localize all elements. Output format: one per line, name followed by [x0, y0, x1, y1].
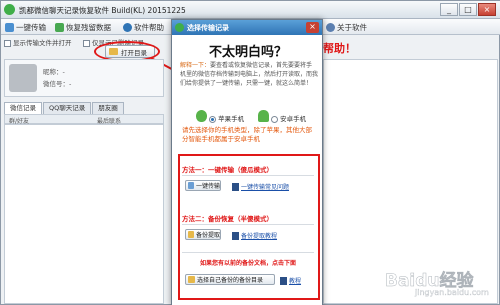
one-key-faq-link[interactable]: 一键传输常见问题 — [232, 182, 289, 191]
backup-tutorial-label: 备份提取教程 — [241, 233, 278, 240]
show-data-file-checkbox[interactable] — [4, 39, 11, 47]
method-two-title: 方法二：备份恢复（半傻模式） — [182, 215, 273, 223]
phone-option-android[interactable]: 安卓手机 — [271, 113, 306, 123]
show-closed-checkbox[interactable] — [83, 39, 90, 47]
help-hint-text: 帮助！ — [323, 42, 356, 55]
toolbar-transfer-label: 一键传输 — [16, 23, 46, 32]
minimize-button[interactable]: _ — [440, 3, 458, 16]
watermark-url: jingyan.baidu.com — [415, 288, 489, 297]
toolbar-help[interactable]: 软件帮助 — [123, 22, 164, 33]
toolbar-restore-label: 恢复残留数据 — [66, 23, 111, 32]
nickname-label: 昵称：- — [43, 68, 65, 76]
android-radio[interactable] — [271, 115, 278, 123]
one-key-faq-label: 一键传输常见问题 — [241, 184, 290, 191]
dialog-explanation: 解释一下：要查看或恢复微信记录，首先要要将手机里的微信存档传输到电脑上，然后打开… — [180, 61, 318, 88]
folder-icon — [188, 276, 195, 283]
backup-extract-label: 备份提取 — [195, 232, 220, 239]
tutorial-label: 教程 — [289, 278, 302, 285]
tab-moments[interactable]: 朋友圈 — [92, 102, 124, 114]
option-show-data-file[interactable]: 显示传输文件并打开 — [4, 37, 72, 47]
tab-qq-records[interactable]: QQ聊天记录 — [43, 102, 92, 114]
apple-label: 苹果手机 — [218, 115, 245, 123]
tutorial-link[interactable]: 教程 — [280, 276, 301, 285]
app-logo-icon — [4, 4, 15, 15]
apple-radio[interactable] — [209, 115, 216, 123]
avatar — [9, 64, 37, 92]
document-icon — [280, 276, 287, 285]
dialog-close-button[interactable]: × — [306, 22, 319, 33]
backup-tutorial-link[interactable]: 备份提取教程 — [232, 231, 277, 240]
maximize-button[interactable]: □ — [459, 3, 477, 16]
one-key-transfer-label: 一键传输 — [195, 183, 220, 190]
option-show-data-file-label: 显示传输文件并打开 — [13, 39, 72, 47]
tab-wechat-records[interactable]: 微信记录 — [4, 102, 42, 114]
select-backup-dir-button[interactable]: 选择自己备份的备份目录 — [185, 274, 275, 285]
info-icon — [326, 23, 335, 32]
backup-footer-note: 如果您有以前的备份文档，点击下面 — [199, 260, 296, 267]
wechat-id-label: 微信号：- — [43, 80, 72, 88]
app-window: 凯都微信聊天记录恢复软件 Build(KL) 20151225 _ □ × 一键… — [0, 0, 500, 305]
dialog-title-bar: 选择传输记录 × — [172, 20, 322, 35]
toolbar-transfer[interactable]: 一键传输 — [5, 22, 46, 33]
android-label: 安卓手机 — [280, 115, 307, 123]
contact-card: 昵称：- 微信号：- — [4, 59, 164, 97]
method-one-title: 方法一：一键传输（傻瓜模式） — [182, 166, 273, 174]
backup-extract-button[interactable]: 备份提取 — [185, 229, 221, 240]
transfer-icon — [5, 23, 14, 32]
dialog-heading: 不太明白吗？ — [208, 45, 287, 60]
phone-option-apple[interactable]: 苹果手机 — [209, 113, 244, 123]
toolbar-restore[interactable]: 恢复残留数据 — [55, 22, 111, 33]
app-title: 凯都微信聊天记录恢复软件 Build(KL) 20151225 — [19, 6, 186, 15]
document-icon — [232, 182, 239, 191]
one-key-transfer-button[interactable]: 一键传输 — [185, 180, 221, 191]
toolbar-help-label: 软件帮助 — [134, 23, 164, 32]
baidu-watermark: Baidu经验 jingyan.baidu.com — [385, 266, 499, 300]
explanation-lead: 解释一下： — [180, 62, 211, 69]
restore-icon — [55, 23, 64, 32]
help-icon — [123, 23, 132, 32]
contact-list[interactable] — [4, 124, 164, 304]
dialog-title: 选择传输记录 — [187, 24, 229, 32]
close-button[interactable]: × — [478, 3, 496, 16]
toolbar-about[interactable]: 关于软件 — [326, 22, 367, 33]
select-backup-dir-label: 选择自己备份的备份目录 — [197, 277, 264, 284]
transfer-dialog: 选择传输记录 × 不太明白吗？ 解释一下：要查看或恢复微信记录，首先要要将手机里… — [171, 19, 323, 305]
divider — [182, 224, 314, 225]
phone-type-notice: 请先选择你的手机类型，除了苹果，其他大部分智能手机都属于安卓手机 — [182, 126, 312, 143]
dialog-logo-icon — [175, 23, 184, 32]
divider — [182, 175, 314, 176]
toolbar-about-label: 关于软件 — [337, 23, 367, 32]
divider — [182, 252, 314, 253]
table-header: 群/好友 最后联系 — [4, 114, 164, 125]
folder-icon — [188, 231, 194, 238]
transfer-icon — [188, 182, 194, 189]
android-icon — [258, 110, 269, 122]
record-tabs: 微信记录 QQ聊天记录 朋友圈 — [4, 102, 125, 114]
document-icon — [232, 231, 239, 240]
apple-icon — [196, 110, 207, 122]
phone-type-selector: 苹果手机 安卓手机 — [194, 110, 314, 124]
title-bar: 凯都微信聊天记录恢复软件 Build(KL) 20151225 _ □ × — [1, 1, 500, 19]
